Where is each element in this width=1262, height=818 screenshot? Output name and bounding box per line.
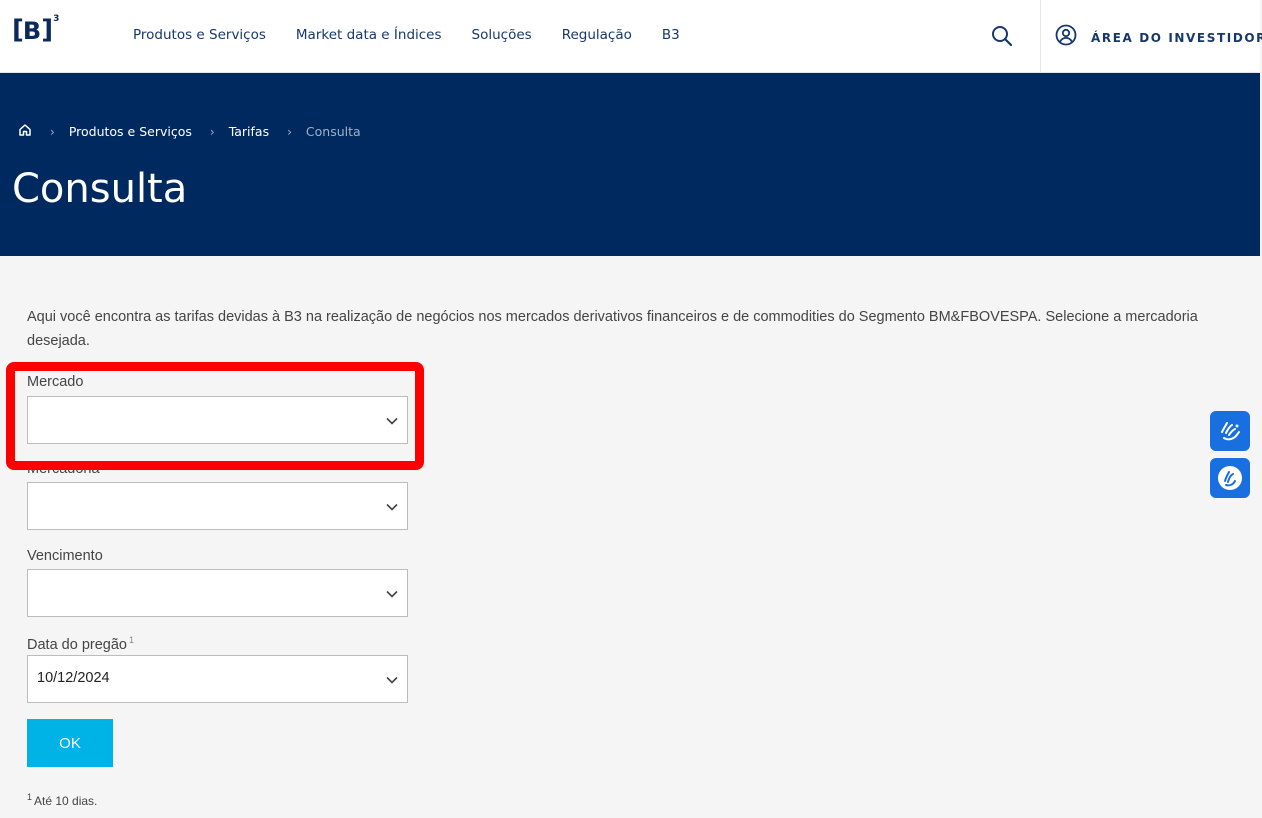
breadcrumb-separator: › [287,124,292,139]
vencimento-select[interactable] [27,569,408,617]
search-icon[interactable] [990,24,1014,48]
nav-produtos-servicos[interactable]: Produtos e Serviços [133,27,266,43]
intro-text: Aqui você encontra as tarifas devidas à … [27,309,1198,349]
breadcrumb-consulta: Consulta [305,124,361,139]
chevron-down-icon [386,676,398,684]
page-title: Consulta [12,166,188,212]
breadcrumb-produtos-servicos[interactable]: Produtos e Serviços [69,124,192,139]
data-pregao-select[interactable]: 10/12/2024 [27,655,408,703]
nav-regulacao[interactable]: Regulação [562,27,632,43]
breadcrumb: › Produtos e Serviços › Tarifas › Consul… [18,123,361,140]
data-pregao-label: Data do pregão 1 [27,635,134,653]
ok-button[interactable]: OK [27,719,113,767]
b3-logo[interactable]: [B] 3 [12,14,59,46]
breadcrumb-separator: › [209,124,215,139]
breadcrumb-tarifas[interactable]: Tarifas [229,124,269,139]
footnote: 1 Até 10 dias. [27,792,98,808]
investor-area-label: ÁREA DO INVESTIDOR [1091,30,1262,45]
accessibility-hand-icon[interactable] [1210,458,1250,498]
top-navigation: [B] 3 Produtos e Serviços Market data e Í… [0,0,1262,73]
chevron-down-icon [386,590,398,598]
footnote-mark: 1 [128,635,134,645]
nav-solucoes[interactable]: Soluções [472,27,532,43]
nav-divider [1040,0,1041,73]
mercadoria-select[interactable] [27,482,408,530]
vencimento-label: Vencimento [27,548,103,564]
nav-market-data[interactable]: Market data e Índices [296,27,442,43]
highlight-box [6,362,424,470]
investor-area-link[interactable]: ÁREA DO INVESTIDOR [1055,24,1262,51]
user-circle-icon [1055,24,1077,51]
page-header: › Produtos e Serviços › Tarifas › Consul… [0,73,1260,256]
chevron-down-icon [386,503,398,511]
nav-b3[interactable]: B3 [662,27,680,43]
home-icon[interactable] [18,123,32,140]
data-pregao-value: 10/12/2024 [37,670,110,686]
sign-language-icon[interactable] [1210,411,1250,451]
main-nav: Produtos e Serviços Market data e Índice… [133,0,710,70]
breadcrumb-separator: › [50,124,55,139]
